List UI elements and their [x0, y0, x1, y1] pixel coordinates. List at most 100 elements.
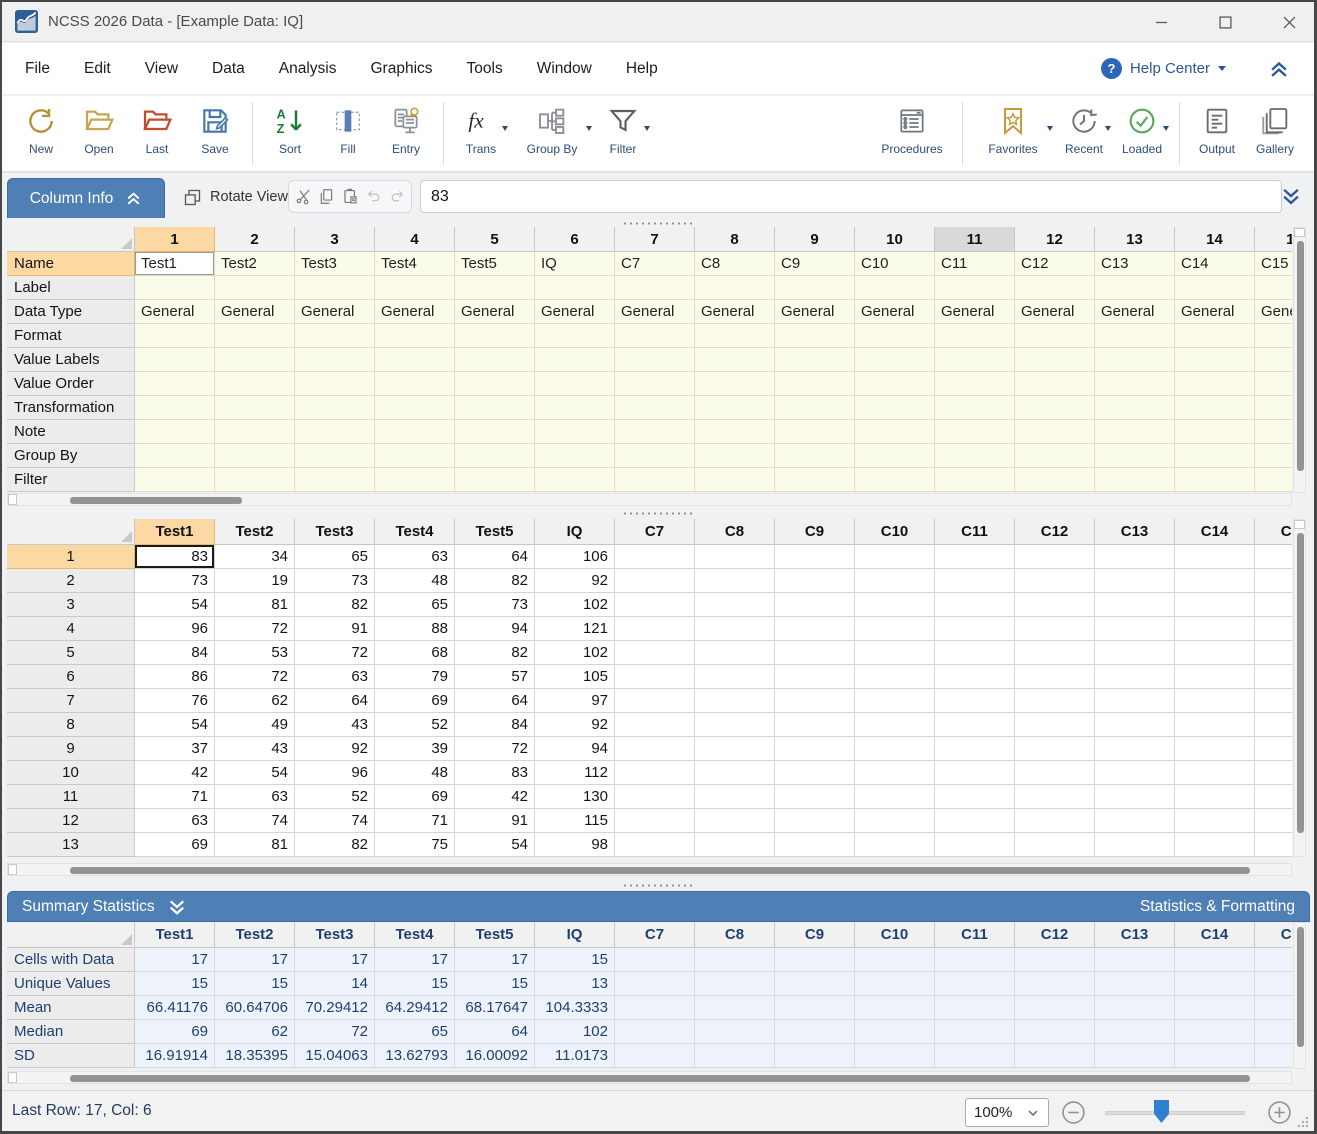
column-info-cell[interactable] — [295, 372, 375, 396]
column-info-cell[interactable] — [1255, 348, 1292, 372]
data-cell[interactable] — [775, 713, 855, 737]
column-info-cell[interactable] — [1095, 276, 1175, 300]
data-cell[interactable]: 112 — [535, 761, 615, 785]
data-cell[interactable] — [695, 569, 775, 593]
data-cell[interactable] — [1255, 785, 1292, 809]
column-info-cell[interactable]: General — [615, 300, 695, 324]
column-header[interactable]: C8 — [695, 922, 775, 948]
column-info-cell[interactable] — [775, 444, 855, 468]
data-cell[interactable]: 98 — [535, 833, 615, 857]
data-cell[interactable] — [855, 809, 935, 833]
data-cell[interactable] — [1095, 809, 1175, 833]
toolbar-open-button[interactable]: Open — [70, 96, 128, 171]
row-header[interactable]: Mean — [7, 996, 135, 1020]
column-info-cell[interactable] — [215, 396, 295, 420]
row-header[interactable]: Name — [7, 252, 135, 276]
column-info-cell[interactable] — [295, 420, 375, 444]
data-cell[interactable] — [1095, 713, 1175, 737]
data-cell[interactable]: 115 — [535, 809, 615, 833]
data-cell[interactable]: 96 — [295, 761, 375, 785]
data-cell[interactable] — [615, 665, 695, 689]
data-cell[interactable]: 54 — [455, 833, 535, 857]
column-header[interactable]: C10 — [855, 519, 935, 545]
data-cell[interactable] — [775, 833, 855, 857]
grid-corner-cell[interactable] — [7, 227, 135, 252]
data-cell[interactable] — [1095, 785, 1175, 809]
row-header[interactable]: 11 — [7, 785, 135, 809]
column-header[interactable]: 9 — [775, 227, 855, 252]
column-info-cell[interactable] — [775, 420, 855, 444]
column-info-cell[interactable] — [375, 420, 455, 444]
column-info-cell[interactable]: General — [775, 300, 855, 324]
data-cell[interactable] — [695, 737, 775, 761]
data-cell[interactable] — [775, 737, 855, 761]
data-cell[interactable] — [855, 713, 935, 737]
column-header[interactable]: C8 — [695, 519, 775, 545]
column-header[interactable]: 15 — [1255, 227, 1292, 252]
data-cell[interactable] — [935, 737, 1015, 761]
data-cell[interactable]: 57 — [455, 665, 535, 689]
splitter-handle[interactable] — [622, 510, 694, 515]
data-cell[interactable] — [1015, 833, 1095, 857]
column-header[interactable]: C15 — [1255, 519, 1292, 545]
cut-icon[interactable] — [294, 187, 313, 206]
zoom-level-select[interactable]: 100% — [965, 1098, 1049, 1127]
data-cell[interactable] — [855, 665, 935, 689]
column-info-cell[interactable]: C13 — [1095, 252, 1175, 276]
data-cell[interactable] — [1015, 713, 1095, 737]
column-info-cell[interactable] — [295, 444, 375, 468]
data-cell[interactable] — [935, 761, 1015, 785]
column-info-cell[interactable] — [1095, 324, 1175, 348]
column-header[interactable]: 12 — [1015, 227, 1095, 252]
data-cell[interactable]: 69 — [375, 689, 455, 713]
data-cell[interactable]: 63 — [215, 785, 295, 809]
toolbar-procedures-button[interactable]: Procedures — [870, 96, 954, 171]
data-cell[interactable]: 73 — [135, 569, 215, 593]
data-cell[interactable]: 72 — [215, 617, 295, 641]
column-info-cell[interactable] — [135, 396, 215, 420]
data-cell[interactable]: 54 — [215, 761, 295, 785]
column-info-cell[interactable] — [1095, 396, 1175, 420]
column-header[interactable]: Test5 — [455, 519, 535, 545]
column-info-cell[interactable] — [775, 276, 855, 300]
column-info-cell[interactable] — [855, 468, 935, 492]
column-info-cell[interactable] — [215, 276, 295, 300]
column-header[interactable]: 8 — [695, 227, 775, 252]
column-header[interactable]: C7 — [615, 519, 695, 545]
data-cell[interactable] — [695, 665, 775, 689]
column-info-cell[interactable]: General — [935, 300, 1015, 324]
copy-icon[interactable] — [317, 187, 336, 206]
column-info-cell[interactable] — [1015, 348, 1095, 372]
data-cell[interactable]: 82 — [455, 569, 535, 593]
data-cell[interactable]: 72 — [455, 737, 535, 761]
column-info-cell[interactable] — [615, 396, 695, 420]
data-cell[interactable]: 92 — [295, 737, 375, 761]
column-info-cell[interactable] — [375, 276, 455, 300]
column-info-cell[interactable] — [135, 372, 215, 396]
column-header[interactable]: 4 — [375, 227, 455, 252]
data-cell[interactable] — [1175, 833, 1255, 857]
data-grid-hscrollbar[interactable] — [7, 863, 1292, 876]
toolbar-output-button[interactable]: Output — [1188, 96, 1246, 171]
column-info-cell[interactable] — [1015, 420, 1095, 444]
data-cell[interactable] — [855, 761, 935, 785]
data-cell[interactable] — [1015, 593, 1095, 617]
column-info-cell[interactable] — [855, 396, 935, 420]
column-info-cell[interactable] — [855, 324, 935, 348]
row-header[interactable]: 8 — [7, 713, 135, 737]
column-info-cell[interactable]: General — [375, 300, 455, 324]
data-cell[interactable] — [1255, 617, 1292, 641]
data-cell[interactable] — [615, 713, 695, 737]
column-header[interactable]: IQ — [535, 922, 615, 948]
column-info-cell[interactable] — [615, 324, 695, 348]
data-cell[interactable] — [775, 641, 855, 665]
data-cell[interactable] — [775, 545, 855, 569]
menu-graphics[interactable]: Graphics — [354, 52, 450, 86]
data-cell[interactable] — [1255, 593, 1292, 617]
column-info-cell[interactable] — [1175, 324, 1255, 348]
data-cell[interactable] — [1095, 569, 1175, 593]
data-cell[interactable]: 73 — [295, 569, 375, 593]
data-cell[interactable] — [1175, 713, 1255, 737]
data-cell[interactable] — [615, 593, 695, 617]
data-cell[interactable] — [695, 689, 775, 713]
